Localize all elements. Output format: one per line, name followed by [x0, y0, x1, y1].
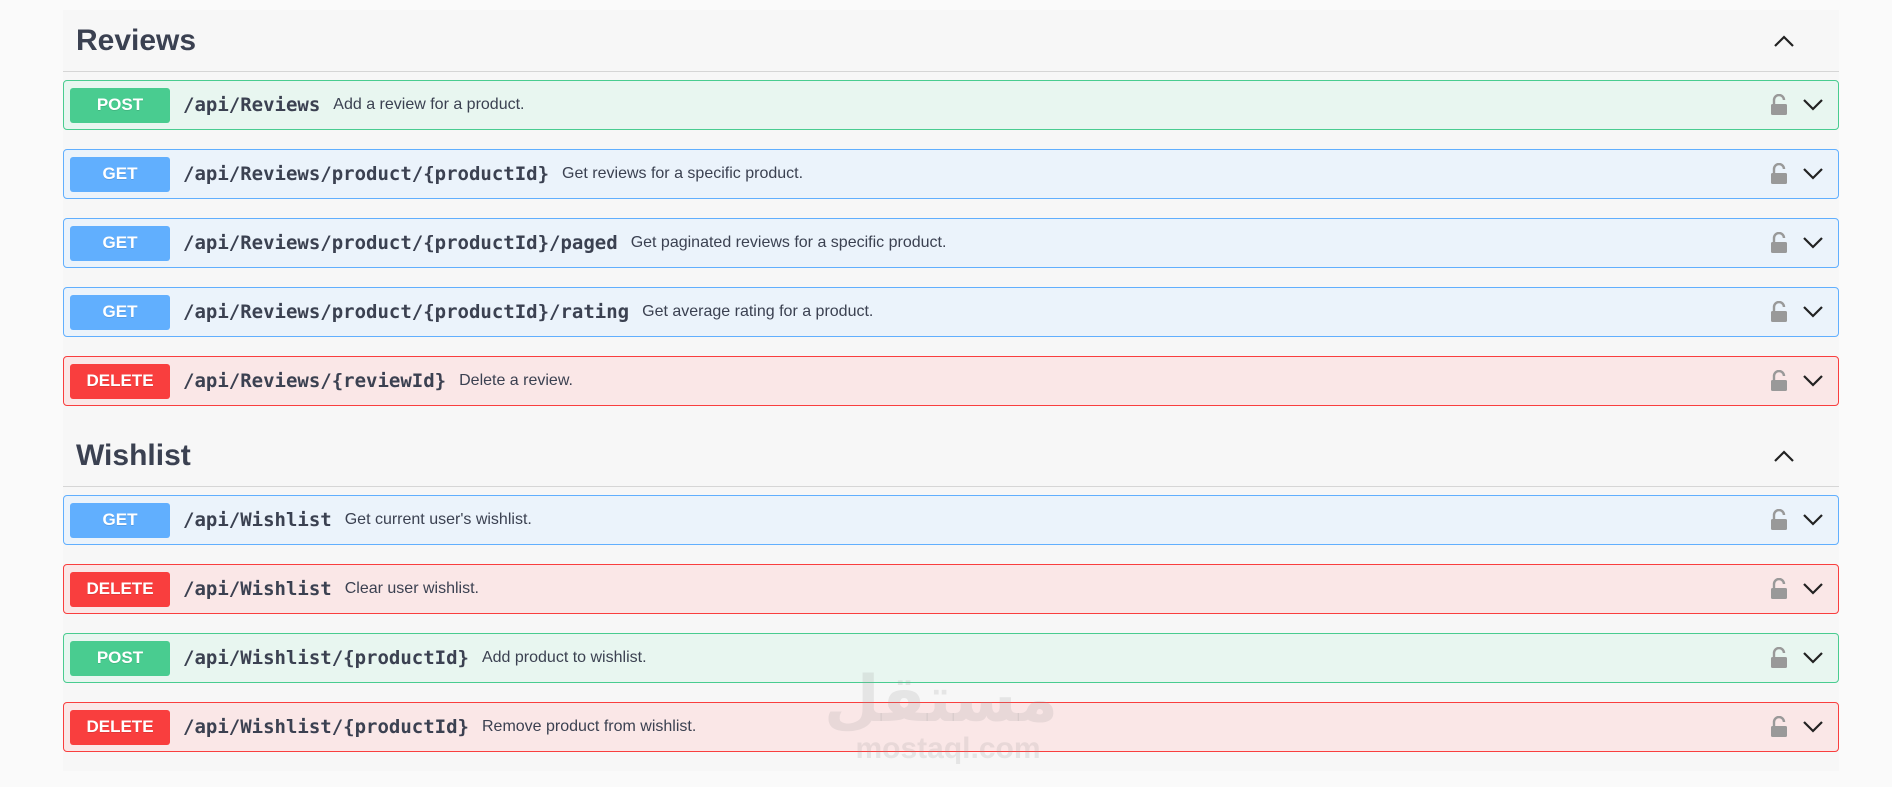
operation-row[interactable]: GET /api/Wishlist Get current user's wis…: [63, 495, 1839, 545]
method-badge: GET: [70, 225, 170, 261]
chevron-down-icon[interactable]: [1802, 374, 1824, 388]
operation-path: /api/Reviews/product/{productId}/rating: [183, 301, 630, 323]
method-badge: GET: [70, 502, 170, 538]
operation-summary: Clear user wishlist.: [344, 580, 479, 597]
chevron-down-icon[interactable]: [1802, 720, 1824, 734]
operation-summary: Delete a review.: [459, 372, 573, 389]
chevron-down-icon[interactable]: [1802, 651, 1824, 665]
operation-row[interactable]: POST /api/Wishlist/{productId} Add produ…: [63, 633, 1839, 683]
lock-icon[interactable]: [1770, 232, 1788, 254]
lock-icon[interactable]: [1770, 370, 1788, 392]
operation-summary: Get reviews for a specific product.: [562, 165, 804, 182]
section-header-wishlist[interactable]: Wishlist: [63, 425, 1839, 487]
operation-summary: Remove product from wishlist.: [481, 718, 697, 735]
method-badge: DELETE: [70, 709, 170, 745]
operation-path: /api/Wishlist: [183, 578, 332, 600]
lock-icon[interactable]: [1770, 578, 1788, 600]
operation-summary: Get average rating for a product.: [642, 303, 874, 320]
lock-icon[interactable]: [1770, 716, 1788, 738]
operation-row[interactable]: DELETE /api/Wishlist Clear user wishlist…: [63, 564, 1839, 614]
operation-row[interactable]: GET /api/Reviews/product/{productId}/pag…: [63, 218, 1839, 268]
operation-row[interactable]: POST /api/Reviews Add a review for a pro…: [63, 80, 1839, 130]
operation-path: /api/Reviews/product/{productId}/paged: [183, 232, 618, 254]
swagger-operations-container: Reviews POST /api/Reviews Add a review f…: [63, 10, 1839, 771]
operation-row[interactable]: DELETE /api/Reviews/{reviewId} Delete a …: [63, 356, 1839, 406]
chevron-down-icon[interactable]: [1802, 513, 1824, 527]
operation-path: /api/Wishlist/{productId}: [183, 716, 469, 738]
operation-path: /api/Wishlist: [183, 509, 332, 531]
section-title: Reviews: [76, 23, 197, 57]
lock-icon[interactable]: [1770, 509, 1788, 531]
chevron-up-icon[interactable]: [1772, 29, 1796, 53]
operation-summary: Add a review for a product.: [333, 96, 525, 113]
method-badge: DELETE: [70, 571, 170, 607]
operation-row[interactable]: DELETE /api/Wishlist/{productId} Remove …: [63, 702, 1839, 752]
lock-icon[interactable]: [1770, 163, 1788, 185]
lock-icon[interactable]: [1770, 94, 1788, 116]
section-reviews: Reviews POST /api/Reviews Add a review f…: [63, 10, 1839, 406]
operation-summary: Get current user's wishlist.: [344, 511, 532, 528]
lock-icon[interactable]: [1770, 647, 1788, 669]
section-wishlist: Wishlist GET /api/Wishlist Get current u…: [63, 425, 1839, 752]
chevron-down-icon[interactable]: [1802, 582, 1824, 596]
lock-icon[interactable]: [1770, 301, 1788, 323]
method-badge: POST: [70, 640, 170, 676]
method-badge: DELETE: [70, 363, 170, 399]
chevron-down-icon[interactable]: [1802, 98, 1824, 112]
chevron-down-icon[interactable]: [1802, 305, 1824, 319]
method-badge: GET: [70, 156, 170, 192]
method-badge: POST: [70, 87, 170, 123]
section-title: Wishlist: [76, 438, 191, 472]
section-header-reviews[interactable]: Reviews: [63, 10, 1839, 72]
chevron-up-icon[interactable]: [1772, 444, 1796, 468]
operation-summary: Get paginated reviews for a specific pro…: [630, 234, 947, 251]
operation-path: /api/Reviews/{reviewId}: [183, 370, 447, 392]
method-badge: GET: [70, 294, 170, 330]
chevron-down-icon[interactable]: [1802, 167, 1824, 181]
operation-path: /api/Wishlist/{productId}: [183, 647, 469, 669]
operation-row[interactable]: GET /api/Reviews/product/{productId}/rat…: [63, 287, 1839, 337]
operation-row[interactable]: GET /api/Reviews/product/{productId} Get…: [63, 149, 1839, 199]
operation-path: /api/Reviews: [183, 94, 321, 116]
operation-path: /api/Reviews/product/{productId}: [183, 163, 550, 185]
operation-summary: Add product to wishlist.: [481, 649, 647, 666]
chevron-down-icon[interactable]: [1802, 236, 1824, 250]
